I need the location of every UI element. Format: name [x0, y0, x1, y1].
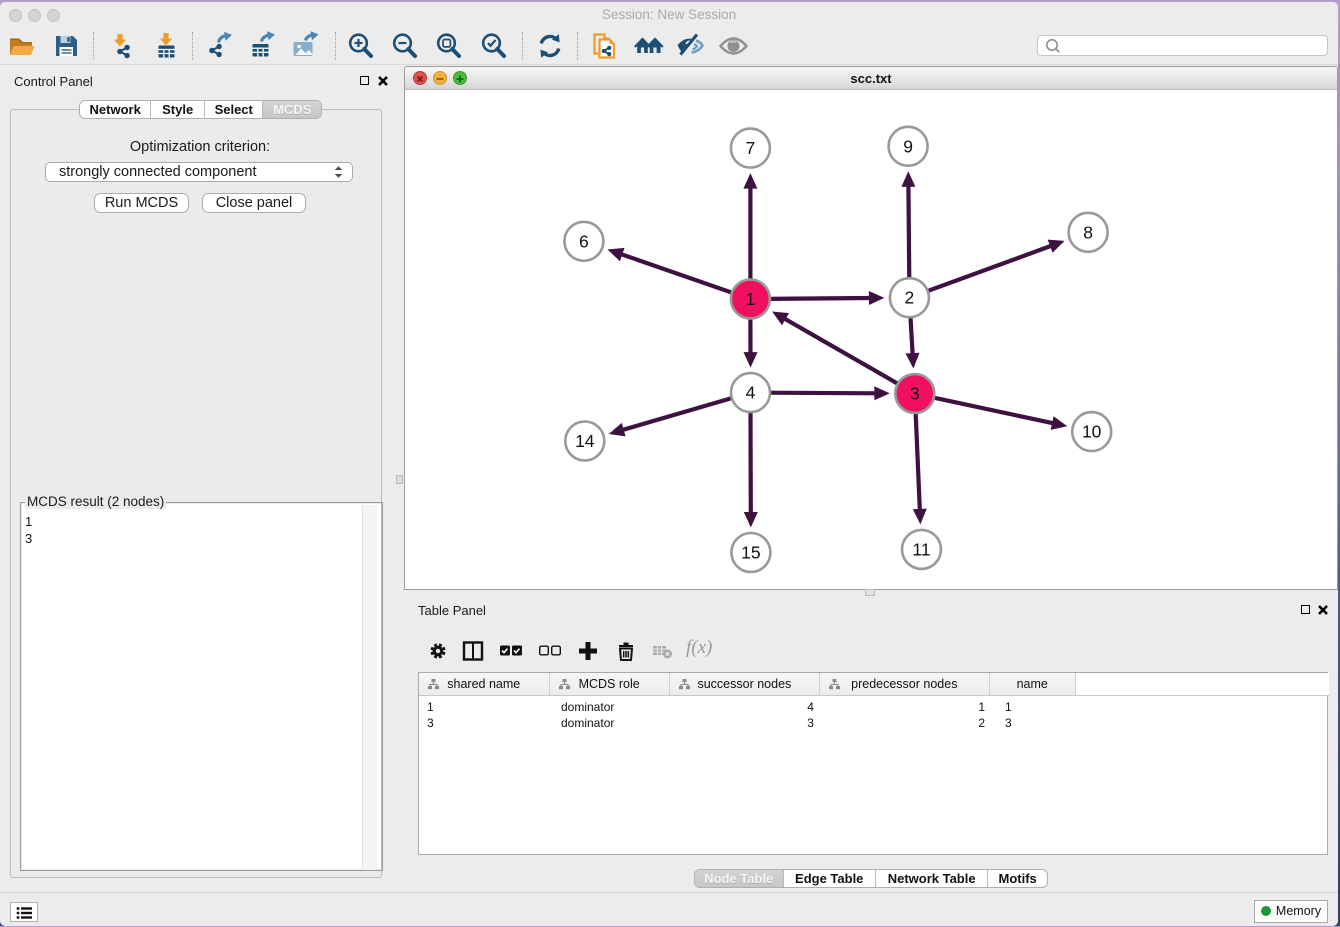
svg-text:14: 14 [575, 431, 595, 451]
svg-text:7: 7 [746, 138, 756, 158]
svg-text:9: 9 [903, 136, 913, 156]
svg-text:2: 2 [905, 288, 915, 308]
svg-text:10: 10 [1082, 422, 1102, 442]
svg-text:3: 3 [910, 384, 920, 404]
svg-text:4: 4 [746, 383, 756, 403]
svg-text:1: 1 [746, 289, 756, 309]
svg-text:15: 15 [741, 543, 760, 563]
svg-text:8: 8 [1083, 222, 1093, 242]
svg-text:11: 11 [912, 539, 930, 559]
svg-text:6: 6 [579, 231, 589, 251]
